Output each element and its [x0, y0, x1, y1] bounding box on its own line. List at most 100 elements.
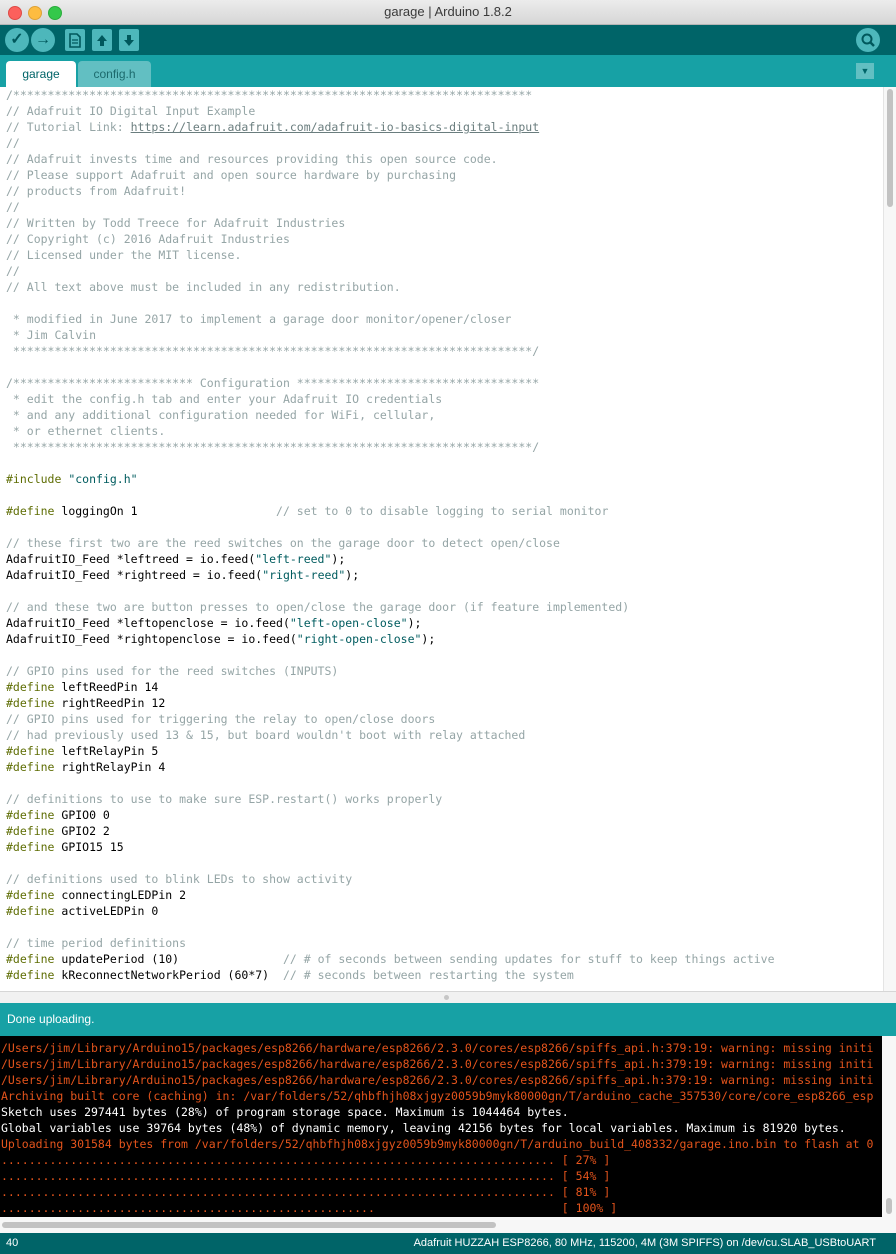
code-line[interactable]: // All text above must be included in an…	[6, 279, 401, 295]
code-line[interactable]: // these first two are the reed switches…	[6, 535, 560, 551]
serial-monitor-button[interactable]	[856, 28, 880, 52]
code-line[interactable]: // Written by Todd Treece for Adafruit I…	[6, 215, 345, 231]
console-horizontal-scrollbar[interactable]	[0, 1217, 896, 1233]
save-icon	[124, 34, 134, 46]
code-line[interactable]: * Jim Calvin	[6, 327, 96, 343]
code-line[interactable]: // Adafruit IO Digital Input Example	[6, 103, 255, 119]
console-line: /Users/jim/Library/Arduino15/packages/es…	[1, 1041, 874, 1055]
tab-config-h[interactable]: config.h	[78, 61, 151, 87]
code-line[interactable]: // Copyright (c) 2016 Adafruit Industrie…	[6, 231, 290, 247]
code-token: connectingLEDPin 2	[54, 888, 187, 902]
code-line[interactable]: #define leftRelayPin 5	[6, 743, 158, 759]
editor-vertical-scrollbar[interactable]	[883, 87, 896, 991]
console-line: Global variables use 39764 bytes (48%) o…	[1, 1121, 846, 1135]
code-line[interactable]: // GPIO pins used for triggering the rel…	[6, 711, 435, 727]
code-line[interactable]: //	[6, 199, 20, 215]
code-line[interactable]: #define rightRelayPin 4	[6, 759, 165, 775]
new-sketch-button[interactable]	[65, 29, 85, 51]
code-line[interactable]: // Licensed under the MIT license.	[6, 247, 241, 263]
code-token: #define	[6, 808, 55, 822]
code-token: activeLEDPin 0	[54, 904, 159, 918]
code-line[interactable]: ****************************************…	[6, 439, 539, 455]
code-line[interactable]: #define connectingLEDPin 2	[6, 887, 186, 903]
code-line[interactable]: #define activeLEDPin 0	[6, 903, 158, 919]
code-token: GPIO2 2	[54, 824, 110, 838]
code-line[interactable]: // GPIO pins used for the reed switches …	[6, 663, 338, 679]
code-editor[interactable]: /***************************************…	[0, 87, 882, 991]
code-line[interactable]: #define kReconnectNetworkPeriod (60*7) /…	[6, 967, 574, 983]
board-info: Adafruit HUZZAH ESP8266, 80 MHz, 115200,…	[413, 1237, 876, 1249]
code-token: kReconnectNetworkPeriod (60*7)	[54, 968, 283, 982]
code-token: // GPIO pins used for triggering the rel…	[6, 712, 436, 726]
tab-menu-button[interactable]: ▼	[856, 63, 874, 79]
code-token: GPIO15 15	[54, 840, 124, 854]
code-line[interactable]: //	[6, 135, 20, 151]
code-line[interactable]: #define loggingOn 1 // set to 0 to disab…	[6, 503, 608, 519]
code-line[interactable]: AdafruitIO_Feed *rightreed = io.feed("ri…	[6, 567, 359, 583]
code-token: #define	[6, 744, 55, 758]
code-token: AdafruitIO_Feed *leftopenclose = io.feed…	[6, 616, 290, 630]
code-line[interactable]: #define updatePeriod (10) // # of second…	[6, 951, 775, 967]
code-token: * and any additional configuration neede…	[6, 408, 436, 422]
code-token: // and these two are button presses to o…	[6, 600, 630, 614]
code-line[interactable]: // time period definitions	[6, 935, 186, 951]
tutorial-link[interactable]: https://learn.adafruit.com/adafruit-io-b…	[131, 120, 540, 134]
code-token: // these first two are the reed switches…	[6, 536, 560, 550]
code-line[interactable]: /***************************************…	[6, 87, 532, 103]
upload-icon: →	[35, 31, 51, 48]
code-line[interactable]: //	[6, 263, 20, 279]
code-line[interactable]: AdafruitIO_Feed *rightopenclose = io.fee…	[6, 631, 435, 647]
code-line[interactable]: // Tutorial Link: https://learn.adafruit…	[6, 119, 539, 135]
footer-bar: 40 Adafruit HUZZAH ESP8266, 80 MHz, 1152…	[0, 1233, 896, 1254]
code-line[interactable]: #define GPIO15 15	[6, 839, 124, 855]
console-vertical-scrollbar[interactable]	[882, 1036, 896, 1217]
code-token: // Adafruit invests time and resources p…	[6, 152, 498, 166]
code-line[interactable]: #define GPIO2 2	[6, 823, 110, 839]
code-line[interactable]: // definitions used to blink LEDs to sho…	[6, 871, 352, 887]
code-line[interactable]: // Adafruit invests time and resources p…	[6, 151, 498, 167]
code-token: GPIO0 0	[54, 808, 110, 822]
serial-monitor-icon	[861, 33, 875, 47]
code-line[interactable]: AdafruitIO_Feed *leftreed = io.feed("lef…	[6, 551, 345, 567]
open-sketch-button[interactable]	[92, 29, 112, 51]
code-line[interactable]: /************************** Configuratio…	[6, 375, 539, 391]
divider-handle-icon[interactable]	[444, 995, 449, 1000]
code-line[interactable]: ****************************************…	[6, 343, 539, 359]
code-line[interactable]: // products from Adafruit!	[6, 183, 186, 199]
code-line[interactable]: * edit the config.h tab and enter your A…	[6, 391, 442, 407]
code-line[interactable]: * or ethernet clients.	[6, 423, 165, 439]
code-token: ****************************************…	[6, 344, 540, 358]
code-line[interactable]: * and any additional configuration neede…	[6, 407, 435, 423]
save-sketch-button[interactable]	[119, 29, 139, 51]
code-line[interactable]: #include "config.h"	[6, 471, 138, 487]
code-line[interactable]: AdafruitIO_Feed *leftopenclose = io.feed…	[6, 615, 421, 631]
new-icon	[69, 32, 81, 48]
code-line[interactable]: // Please support Adafruit and open sour…	[6, 167, 456, 183]
code-token: #define	[6, 824, 55, 838]
code-token: // had previously used 13 & 15, but boar…	[6, 728, 526, 742]
console-scroll-thumb[interactable]	[886, 1198, 892, 1214]
console-line: Sketch uses 297441 bytes (28%) of progra…	[1, 1105, 569, 1119]
tab-garage[interactable]: garage	[6, 61, 76, 87]
code-line[interactable]: #define leftReedPin 14	[6, 679, 158, 695]
code-line[interactable]: // definitions to use to make sure ESP.r…	[6, 791, 442, 807]
code-line[interactable]: // had previously used 13 & 15, but boar…	[6, 727, 525, 743]
console-line: /Users/jim/Library/Arduino15/packages/es…	[1, 1057, 874, 1071]
code-line[interactable]: #define rightReedPin 12	[6, 695, 165, 711]
console-output[interactable]: /Users/jim/Library/Arduino15/packages/es…	[0, 1036, 882, 1217]
code-token: // Please support Adafruit and open sour…	[6, 168, 457, 182]
code-token: AdafruitIO_Feed *rightreed = io.feed(	[6, 568, 263, 582]
code-token: #define	[6, 840, 55, 854]
code-token: #define	[6, 680, 55, 694]
verify-button[interactable]: ✓	[5, 28, 29, 52]
code-line[interactable]: * modified in June 2017 to implement a g…	[6, 311, 512, 327]
editor-scroll-thumb[interactable]	[887, 89, 893, 207]
upload-button[interactable]: →	[31, 28, 55, 52]
console-hscroll-thumb[interactable]	[2, 1222, 496, 1228]
code-token: AdafruitIO_Feed *rightopenclose = io.fee…	[6, 632, 297, 646]
code-token: #define	[6, 952, 55, 966]
code-line[interactable]: #define GPIO0 0	[6, 807, 110, 823]
code-token: #define	[6, 696, 55, 710]
code-token: /************************** Configuratio…	[6, 376, 540, 390]
code-line[interactable]: // and these two are button presses to o…	[6, 599, 629, 615]
